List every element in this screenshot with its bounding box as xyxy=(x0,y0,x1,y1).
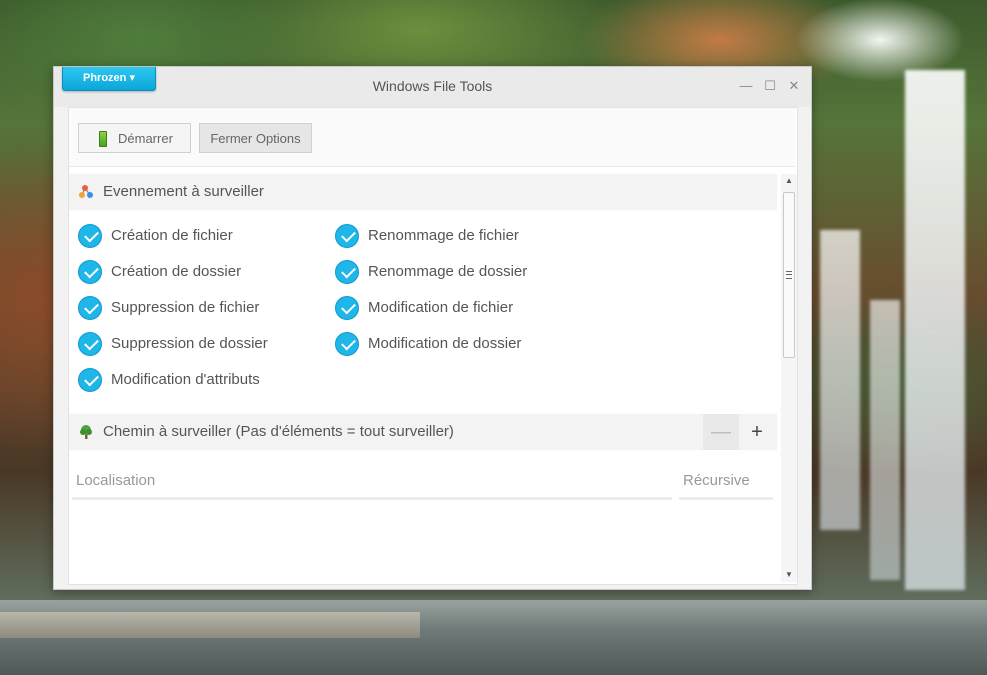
checkbox-checked-icon[interactable] xyxy=(78,260,102,284)
scroll-up-icon[interactable]: ▲ xyxy=(781,174,797,188)
close-options-button[interactable]: Fermer Options xyxy=(199,123,312,153)
toolbar: Démarrer Fermer Options xyxy=(69,108,795,167)
remove-path-button[interactable]: — xyxy=(703,414,739,450)
options-scroll-area: Evennement à surveiller Création de fich… xyxy=(69,174,795,582)
close-icon[interactable]: ✕ xyxy=(787,79,801,93)
event-label: Modification d'attributs xyxy=(111,371,260,388)
share-nodes-icon xyxy=(79,185,93,198)
minimize-icon[interactable]: — xyxy=(739,79,753,93)
checkbox-checked-icon[interactable] xyxy=(78,332,102,356)
checkbox-checked-icon[interactable] xyxy=(78,368,102,392)
checkbox-checked-icon[interactable] xyxy=(335,260,359,284)
event-label: Renommage de dossier xyxy=(368,263,528,280)
window-title: Windows File Tools xyxy=(372,78,493,94)
event-label: Suppression de fichier xyxy=(111,299,260,316)
column-header-location[interactable]: Localisation xyxy=(72,462,672,500)
app-window: Phrozen ▾ Windows File Tools — ☐ ✕ Démar… xyxy=(53,66,812,590)
scroll-down-icon[interactable]: ▼ xyxy=(781,568,797,582)
path-section-title: Chemin à surveiller (Pas d'éléments = to… xyxy=(103,423,454,440)
title-bar[interactable]: Phrozen ▾ Windows File Tools — ☐ ✕ xyxy=(54,67,811,107)
event-label: Modification de fichier xyxy=(368,299,514,316)
events-section-header: Evennement à surveiller xyxy=(69,174,777,210)
checkbox-checked-icon[interactable] xyxy=(78,296,102,320)
event-label: Suppression de dossier xyxy=(111,335,268,352)
start-button-label: Démarrer xyxy=(118,131,173,146)
scrollbar-thumb[interactable] xyxy=(783,192,795,358)
checkbox-checked-icon[interactable] xyxy=(335,332,359,356)
event-label: Modification de dossier xyxy=(368,335,522,352)
add-path-button[interactable]: + xyxy=(739,414,775,450)
main-panel: Démarrer Fermer Options Evennement à sur… xyxy=(68,107,798,585)
battery-icon xyxy=(99,131,107,147)
start-button[interactable]: Démarrer xyxy=(78,123,191,153)
tree-icon xyxy=(80,425,92,439)
checkbox-checked-icon[interactable] xyxy=(78,224,102,248)
vertical-scrollbar[interactable]: ▲ ▼ xyxy=(781,174,797,582)
maximize-icon[interactable]: ☐ xyxy=(763,79,777,93)
checkbox-checked-icon[interactable] xyxy=(335,296,359,320)
events-section-title: Evennement à surveiller xyxy=(103,183,264,200)
event-label: Création de dossier xyxy=(111,263,242,280)
event-label: Renommage de fichier xyxy=(368,227,519,244)
checkbox-checked-icon[interactable] xyxy=(335,224,359,248)
path-section-header: Chemin à surveiller (Pas d'éléments = to… xyxy=(69,414,777,450)
column-header-recursive[interactable]: Récursive xyxy=(679,462,773,500)
event-label: Création de fichier xyxy=(111,227,233,244)
